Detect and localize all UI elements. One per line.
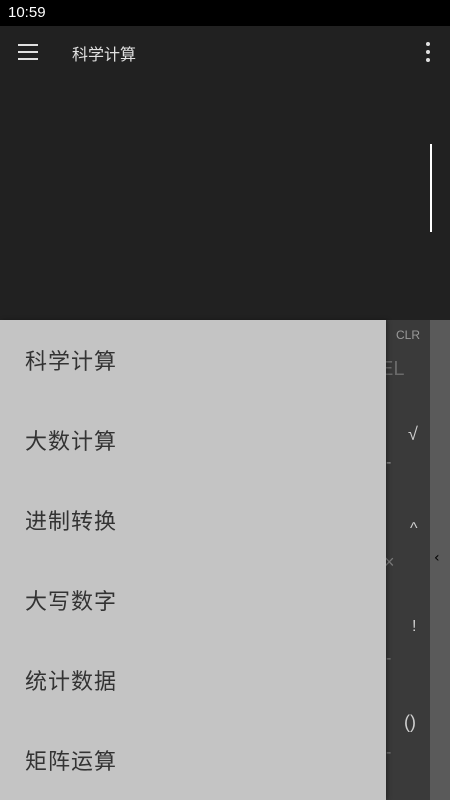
clear-key[interactable]: CLR (396, 328, 420, 342)
drawer-item-label: 大数计算 (25, 430, 118, 455)
drawer-item-label: 进制转换 (25, 510, 118, 535)
toolbar: 科学计算 (0, 26, 450, 78)
side-panel-handle[interactable]: ‹ (430, 320, 450, 800)
sqrt-key[interactable]: √ (408, 424, 418, 445)
drawer-item-label: 科学计算 (25, 350, 118, 375)
text-cursor (430, 144, 432, 232)
more-vert-icon[interactable] (420, 41, 436, 63)
parentheses-key[interactable]: () (404, 712, 416, 733)
drawer-item-label: 矩阵运算 (25, 750, 118, 775)
drawer-item-matrix[interactable]: 矩阵运算 (0, 720, 386, 800)
factorial-key[interactable]: ! (412, 618, 416, 636)
drawer-item-base-conversion[interactable]: 进制转换 (0, 480, 386, 560)
chevron-left-icon[interactable]: ‹ (434, 550, 440, 566)
drawer-item-statistics[interactable]: 统计数据 (0, 640, 386, 720)
app-title: 科学计算 (72, 45, 137, 64)
minus-key-2[interactable]: - (386, 650, 391, 668)
minus-key-3[interactable]: - (386, 744, 391, 762)
navigation-drawer: 科学计算 大数计算 进制转换 大写数字 统计数据 矩阵运算 (0, 320, 386, 800)
drawer-item-scientific[interactable]: 科学计算 (0, 320, 386, 400)
drawer-item-label: 大写数字 (25, 590, 118, 615)
drawer-item-label: 统计数据 (25, 670, 118, 695)
drawer-item-uppercase-numbers[interactable]: 大写数字 (0, 560, 386, 640)
status-bar: 10:59 (0, 0, 450, 26)
drawer-item-bignumber[interactable]: 大数计算 (0, 400, 386, 480)
screen: 10:59 科学计算 CLR EL √ - ^ × ! - () - ‹ 科学计… (0, 0, 450, 800)
calculator-display[interactable] (0, 78, 450, 320)
hamburger-menu-icon[interactable] (18, 44, 38, 60)
power-key[interactable]: ^ (410, 520, 418, 538)
status-time: 10:59 (8, 4, 46, 21)
minus-key[interactable]: - (386, 454, 391, 472)
